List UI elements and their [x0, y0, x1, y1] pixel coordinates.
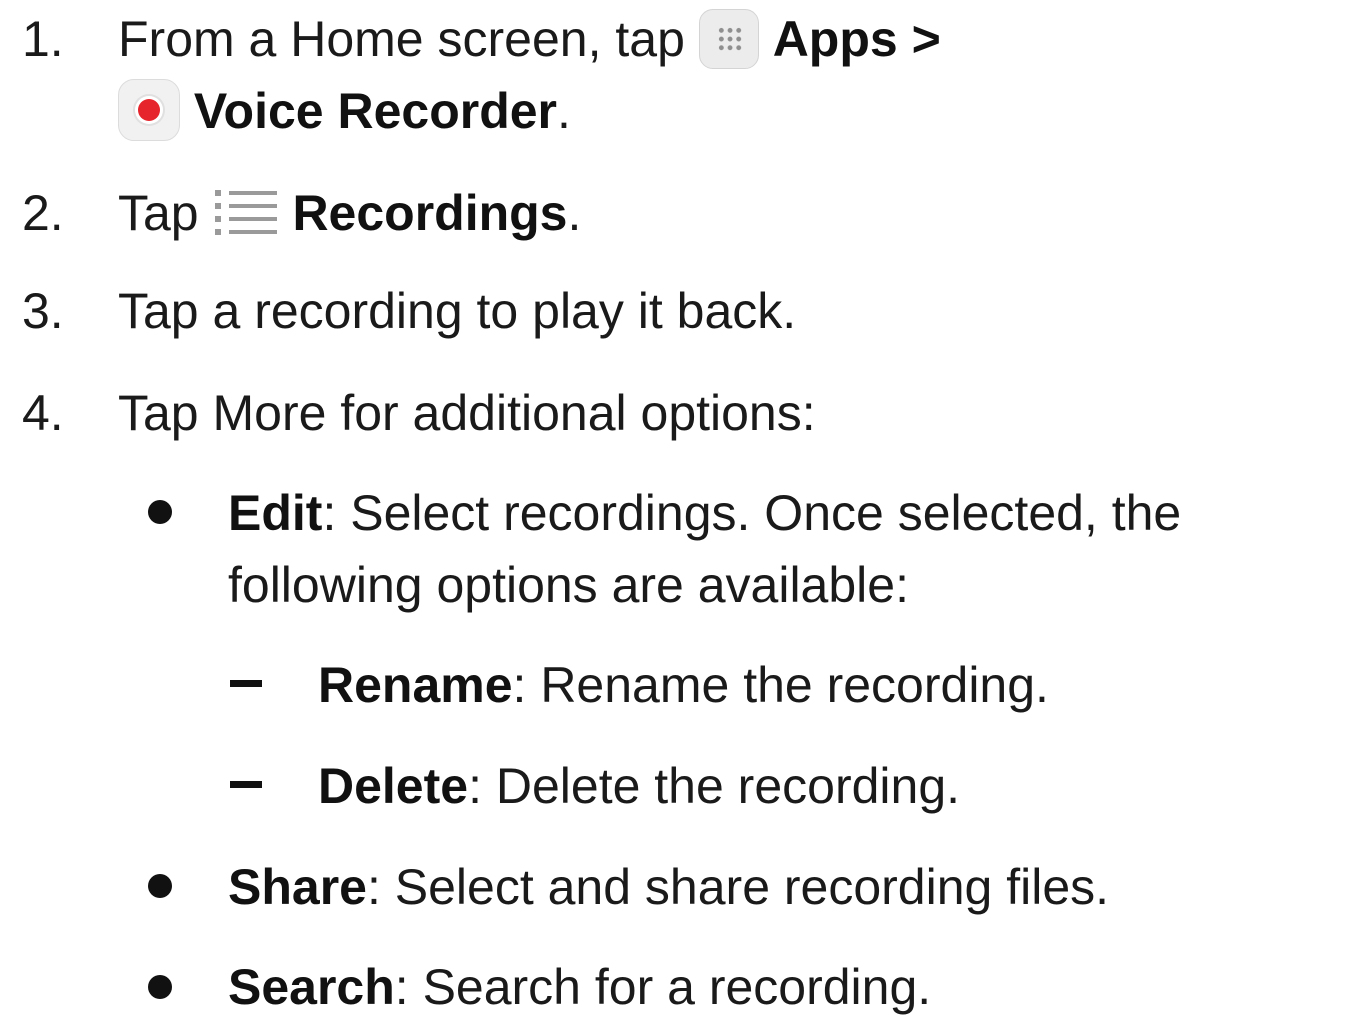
step-2-number: 2. [22, 185, 64, 241]
step-2-text: Tap [118, 185, 199, 241]
option-edit-label: Edit [228, 485, 323, 541]
sub-option-delete: Delete: Delete the recording. [318, 757, 960, 815]
recordings-list-icon [214, 189, 277, 235]
share-desc: : Select and share recording files. [366, 859, 1110, 915]
option-edit-line-1: Edit: Select recordings. Once selected, … [228, 484, 1181, 542]
step-4-text: Tap More for additional options: [118, 385, 816, 441]
step-1-line-1: From a Home screen, tap Apps > [118, 8, 941, 69]
step-2-line: Tap Recordings. [118, 184, 581, 242]
search-label: Search [228, 959, 395, 1015]
apps-grid-icon [698, 8, 759, 69]
sub-option-rename: Rename: Rename the recording. [318, 656, 1049, 714]
delete-label: Delete [318, 758, 469, 814]
voice-recorder-label: Voice Recorder [193, 83, 558, 139]
step-1-text: From a Home screen, tap [118, 11, 685, 67]
step-1-line-2: Voice Recorder. [118, 78, 571, 141]
dash-delete [230, 781, 262, 788]
dash-rename [230, 680, 262, 687]
bullet-search [148, 975, 172, 999]
recordings-label: Recordings [292, 185, 568, 241]
option-share: Share: Select and share recording files. [228, 858, 1109, 916]
search-desc: : Search for a recording. [394, 959, 932, 1015]
voice-recorder-icon [118, 78, 180, 141]
bullet-edit [148, 500, 172, 524]
step-2-period: . [567, 185, 582, 241]
breadcrumb-separator: > [911, 11, 941, 67]
apps-label: Apps [772, 11, 898, 67]
step-3-number: 3. [22, 283, 64, 339]
step-4-number: 4. [22, 385, 64, 441]
share-label: Share [228, 859, 367, 915]
step-3-text: Tap a recording to play it back. [118, 283, 797, 339]
step-1-number: 1. [22, 11, 64, 67]
step-1-period: . [557, 83, 571, 139]
rename-desc: : Rename the recording. [512, 657, 1049, 713]
rename-label: Rename [318, 657, 513, 713]
option-edit-desc-2: following options are available: [228, 557, 909, 613]
delete-desc: : Delete the recording. [468, 758, 961, 814]
instruction-page: 1. From a Home screen, tap Apps > Voice … [0, 0, 1348, 1015]
option-edit-desc-1: : Select recordings. Once selected, the [322, 485, 1182, 541]
bullet-share [148, 874, 172, 898]
option-search: Search: Search for a recording. [228, 958, 931, 1016]
